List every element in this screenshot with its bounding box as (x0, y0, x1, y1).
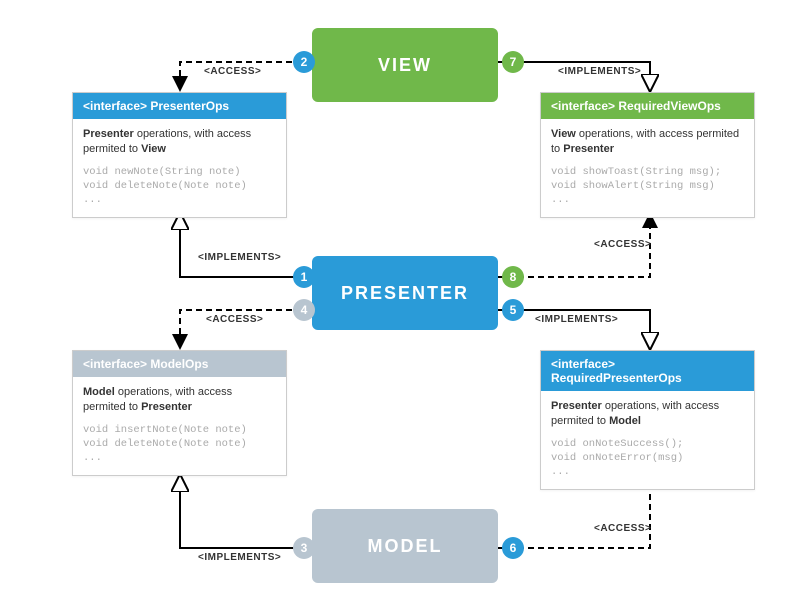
badge-5: 5 (502, 299, 524, 321)
required-view-ops-box: <interface> RequiredViewOps View operati… (540, 92, 755, 218)
lbl-implements-3: <IMPLEMENTS> (198, 552, 281, 563)
lbl-access-8: <ACCESS> (594, 239, 651, 250)
presenter-box: PRESENTER (312, 256, 498, 330)
required-presenter-ops-head: <interface> RequiredPresenterOps (541, 351, 754, 391)
required-view-ops-head: <interface> RequiredViewOps (541, 93, 754, 119)
lbl-implements-1: <IMPLEMENTS> (198, 252, 281, 263)
view-box: VIEW (312, 28, 498, 102)
badge-7: 7 (502, 51, 524, 73)
badge-1: 1 (293, 266, 315, 288)
badge-2: 2 (293, 51, 315, 73)
required-view-ops-body: View operations, with access permited to… (541, 119, 754, 161)
required-presenter-ops-body: Presenter operations, with access permit… (541, 391, 754, 433)
model-ops-head: <interface> ModelOps (73, 351, 286, 377)
required-presenter-ops-code: void onNoteSuccess(); void onNoteError(m… (541, 433, 754, 490)
presenter-ops-head: <interface> PresenterOps (73, 93, 286, 119)
presenter-ops-body: Presenter operations, with access permit… (73, 119, 286, 161)
model-ops-box: <interface> ModelOps Model operations, w… (72, 350, 287, 476)
model-ops-code: void insertNote(Note note) void deleteNo… (73, 419, 286, 476)
badge-6: 6 (502, 537, 524, 559)
lbl-access-4: <ACCESS> (206, 314, 263, 325)
model-ops-body: Model operations, with access permited t… (73, 377, 286, 419)
badge-8: 8 (502, 266, 524, 288)
required-presenter-ops-box: <interface> RequiredPresenterOps Present… (540, 350, 755, 490)
lbl-implements-7: <IMPLEMENTS> (558, 66, 641, 77)
required-view-ops-code: void showToast(String msg); void showAle… (541, 161, 754, 218)
lbl-access-6: <ACCESS> (594, 523, 651, 534)
lbl-access-2: <ACCESS> (204, 66, 261, 77)
badge-4: 4 (293, 299, 315, 321)
presenter-ops-code: void newNote(String note) void deleteNot… (73, 161, 286, 218)
presenter-ops-box: <interface> PresenterOps Presenter opera… (72, 92, 287, 218)
lbl-implements-5: <IMPLEMENTS> (535, 314, 618, 325)
badge-3: 3 (293, 537, 315, 559)
model-box: MODEL (312, 509, 498, 583)
